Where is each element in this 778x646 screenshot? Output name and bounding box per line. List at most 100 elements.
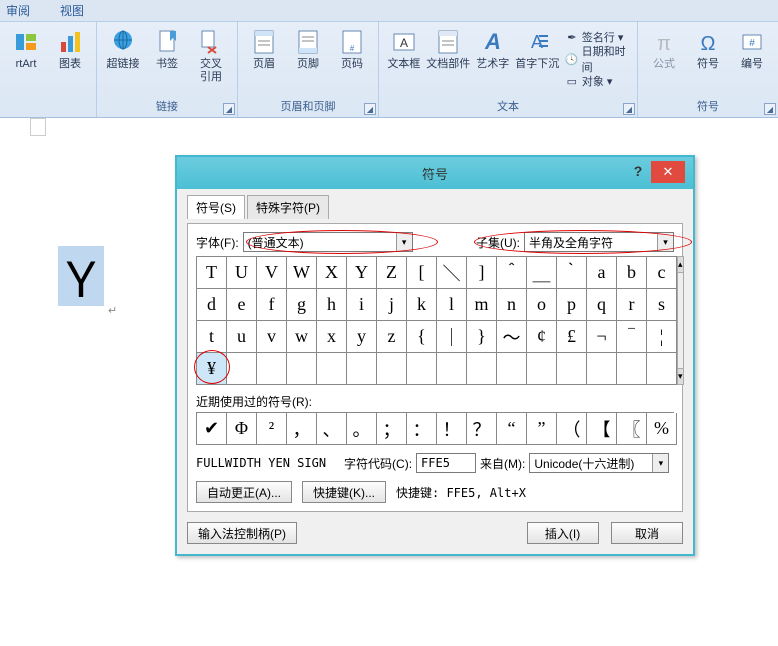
symbol-cell[interactable]: g — [287, 289, 317, 321]
recent-cell[interactable]: ！ — [437, 413, 467, 445]
recent-cell[interactable]: Φ — [227, 413, 257, 445]
symbol-cell[interactable]: { — [407, 321, 437, 353]
insert-button[interactable]: 插入(I) — [527, 522, 599, 544]
symbol-cell[interactable]: z — [377, 321, 407, 353]
recent-cell[interactable]: 〖 — [617, 413, 647, 445]
symbol-cell[interactable]: t — [197, 321, 227, 353]
recent-cell[interactable]: 【 — [587, 413, 617, 445]
symbol-cell[interactable]: V — [257, 257, 287, 289]
ime-button[interactable]: 输入法控制柄(P) — [187, 522, 297, 544]
symbol-cell[interactable]: [ — [407, 257, 437, 289]
symbol-cell[interactable]: f — [257, 289, 287, 321]
symbol-cell[interactable]: k — [407, 289, 437, 321]
recent-cell[interactable]: 、 — [317, 413, 347, 445]
recent-cell[interactable]: ² — [257, 413, 287, 445]
symbol-cell[interactable]: T — [197, 257, 227, 289]
dialog-launcher-icon[interactable]: ◢ — [223, 103, 235, 115]
btn-symbol[interactable]: Ω 符号 — [686, 24, 730, 94]
symbol-cell[interactable]: p — [557, 289, 587, 321]
symbol-cell[interactable]: W — [287, 257, 317, 289]
btn-wordart[interactable]: A 艺术字 — [472, 24, 514, 94]
symbol-cell[interactable]: x — [317, 321, 347, 353]
scroll-up-icon[interactable]: ▴ — [678, 257, 683, 273]
btn-crossref[interactable]: 交叉 引用 — [189, 24, 233, 94]
symbol-cell[interactable]: q — [587, 289, 617, 321]
from-combo[interactable]: Unicode(十六进制) ▾ — [529, 453, 669, 473]
symbol-cell[interactable]: Z — [377, 257, 407, 289]
btn-textbox[interactable]: A 文本框 — [383, 24, 425, 94]
btn-object[interactable]: ▭对象 ▾ — [565, 72, 633, 90]
recent-cell[interactable]: ； — [377, 413, 407, 445]
symbol-cell[interactable]: ¢ — [527, 321, 557, 353]
symbol-cell[interactable]: r — [617, 289, 647, 321]
cancel-button[interactable]: 取消 — [611, 522, 683, 544]
symbol-cell[interactable] — [257, 353, 287, 385]
symbol-cell[interactable]: e — [227, 289, 257, 321]
symbol-cell[interactable] — [377, 353, 407, 385]
symbol-cell[interactable]: ｀ — [557, 257, 587, 289]
btn-footer[interactable]: 页脚 — [286, 24, 330, 94]
recent-cell[interactable]: “ — [497, 413, 527, 445]
recent-cell[interactable]: ： — [407, 413, 437, 445]
menu-view[interactable]: 视图 — [60, 2, 84, 19]
recent-cell[interactable]: ” — [527, 413, 557, 445]
symbol-cell[interactable] — [647, 353, 677, 385]
font-combo[interactable]: (普通文本) ▾ — [243, 232, 413, 252]
scroll-down-icon[interactable]: ▾ — [678, 368, 683, 384]
symbol-cell[interactable]: ＼ — [437, 257, 467, 289]
symbol-cell[interactable]: X — [317, 257, 347, 289]
btn-hyperlink[interactable]: 超链接 — [101, 24, 145, 94]
symbol-cell[interactable]: j — [377, 289, 407, 321]
recent-cell[interactable]: % — [647, 413, 677, 445]
code-input[interactable] — [416, 453, 476, 473]
symbol-cell[interactable]: ＾ — [497, 257, 527, 289]
symbol-cell[interactable]: m — [467, 289, 497, 321]
symbol-cell[interactable]: ｜ — [437, 321, 467, 353]
symbol-cell[interactable] — [557, 353, 587, 385]
symbol-cell[interactable]: ¬ — [587, 321, 617, 353]
help-button[interactable]: ? — [627, 163, 649, 183]
symbol-cell[interactable]: o — [527, 289, 557, 321]
symbol-cell[interactable] — [227, 353, 257, 385]
symbol-cell[interactable]: h — [317, 289, 347, 321]
symbol-cell[interactable]: n — [497, 289, 527, 321]
recent-cell[interactable]: ？ — [467, 413, 497, 445]
scroll-track[interactable] — [678, 273, 683, 368]
symbol-cell[interactable]: a — [587, 257, 617, 289]
symbol-cell[interactable]: i — [347, 289, 377, 321]
btn-datetime[interactable]: 🕓日期和时间 — [565, 50, 633, 68]
symbol-cell[interactable] — [527, 353, 557, 385]
symbol-cell[interactable]: d — [197, 289, 227, 321]
dialog-titlebar[interactable]: 符号 ? ✕ — [177, 157, 693, 189]
symbol-cell[interactable]: w — [287, 321, 317, 353]
symbol-cell[interactable]: s — [647, 289, 677, 321]
symbol-cell[interactable] — [617, 353, 647, 385]
symbol-cell[interactable]: v — [257, 321, 287, 353]
recent-cell[interactable]: ， — [287, 413, 317, 445]
symbol-cell[interactable]: Y — [347, 257, 377, 289]
symbol-cell[interactable] — [587, 353, 617, 385]
tab-special[interactable]: 特殊字符(P) — [247, 195, 329, 219]
symbol-cell[interactable]: l — [437, 289, 467, 321]
symbol-cell[interactable]: ¦ — [647, 321, 677, 353]
tab-symbols[interactable]: 符号(S) — [187, 195, 245, 219]
dialog-launcher-icon[interactable]: ◢ — [764, 103, 776, 115]
symbol-cell[interactable] — [497, 353, 527, 385]
btn-smartart[interactable]: rtArt — [4, 24, 48, 94]
btn-bookmark[interactable]: 书签 — [145, 24, 189, 94]
symbol-cell[interactable]: U — [227, 257, 257, 289]
symbol-cell[interactable]: ] — [467, 257, 497, 289]
symbol-cell[interactable]: ¥ — [197, 353, 227, 385]
close-button[interactable]: ✕ — [651, 161, 685, 183]
symbol-cell[interactable] — [317, 353, 347, 385]
shortcut-button[interactable]: 快捷键(K)... — [302, 481, 386, 503]
symbol-cell[interactable] — [407, 353, 437, 385]
symbol-cell[interactable] — [467, 353, 497, 385]
symbol-cell[interactable] — [347, 353, 377, 385]
subset-combo[interactable]: 半角及全角字符 ▾ — [524, 232, 674, 252]
symbol-cell[interactable]: u — [227, 321, 257, 353]
dialog-launcher-icon[interactable]: ◢ — [623, 103, 635, 115]
btn-parts[interactable]: 文档部件 — [425, 24, 472, 94]
symbol-cell[interactable] — [437, 353, 467, 385]
btn-header[interactable]: 页眉 — [242, 24, 286, 94]
